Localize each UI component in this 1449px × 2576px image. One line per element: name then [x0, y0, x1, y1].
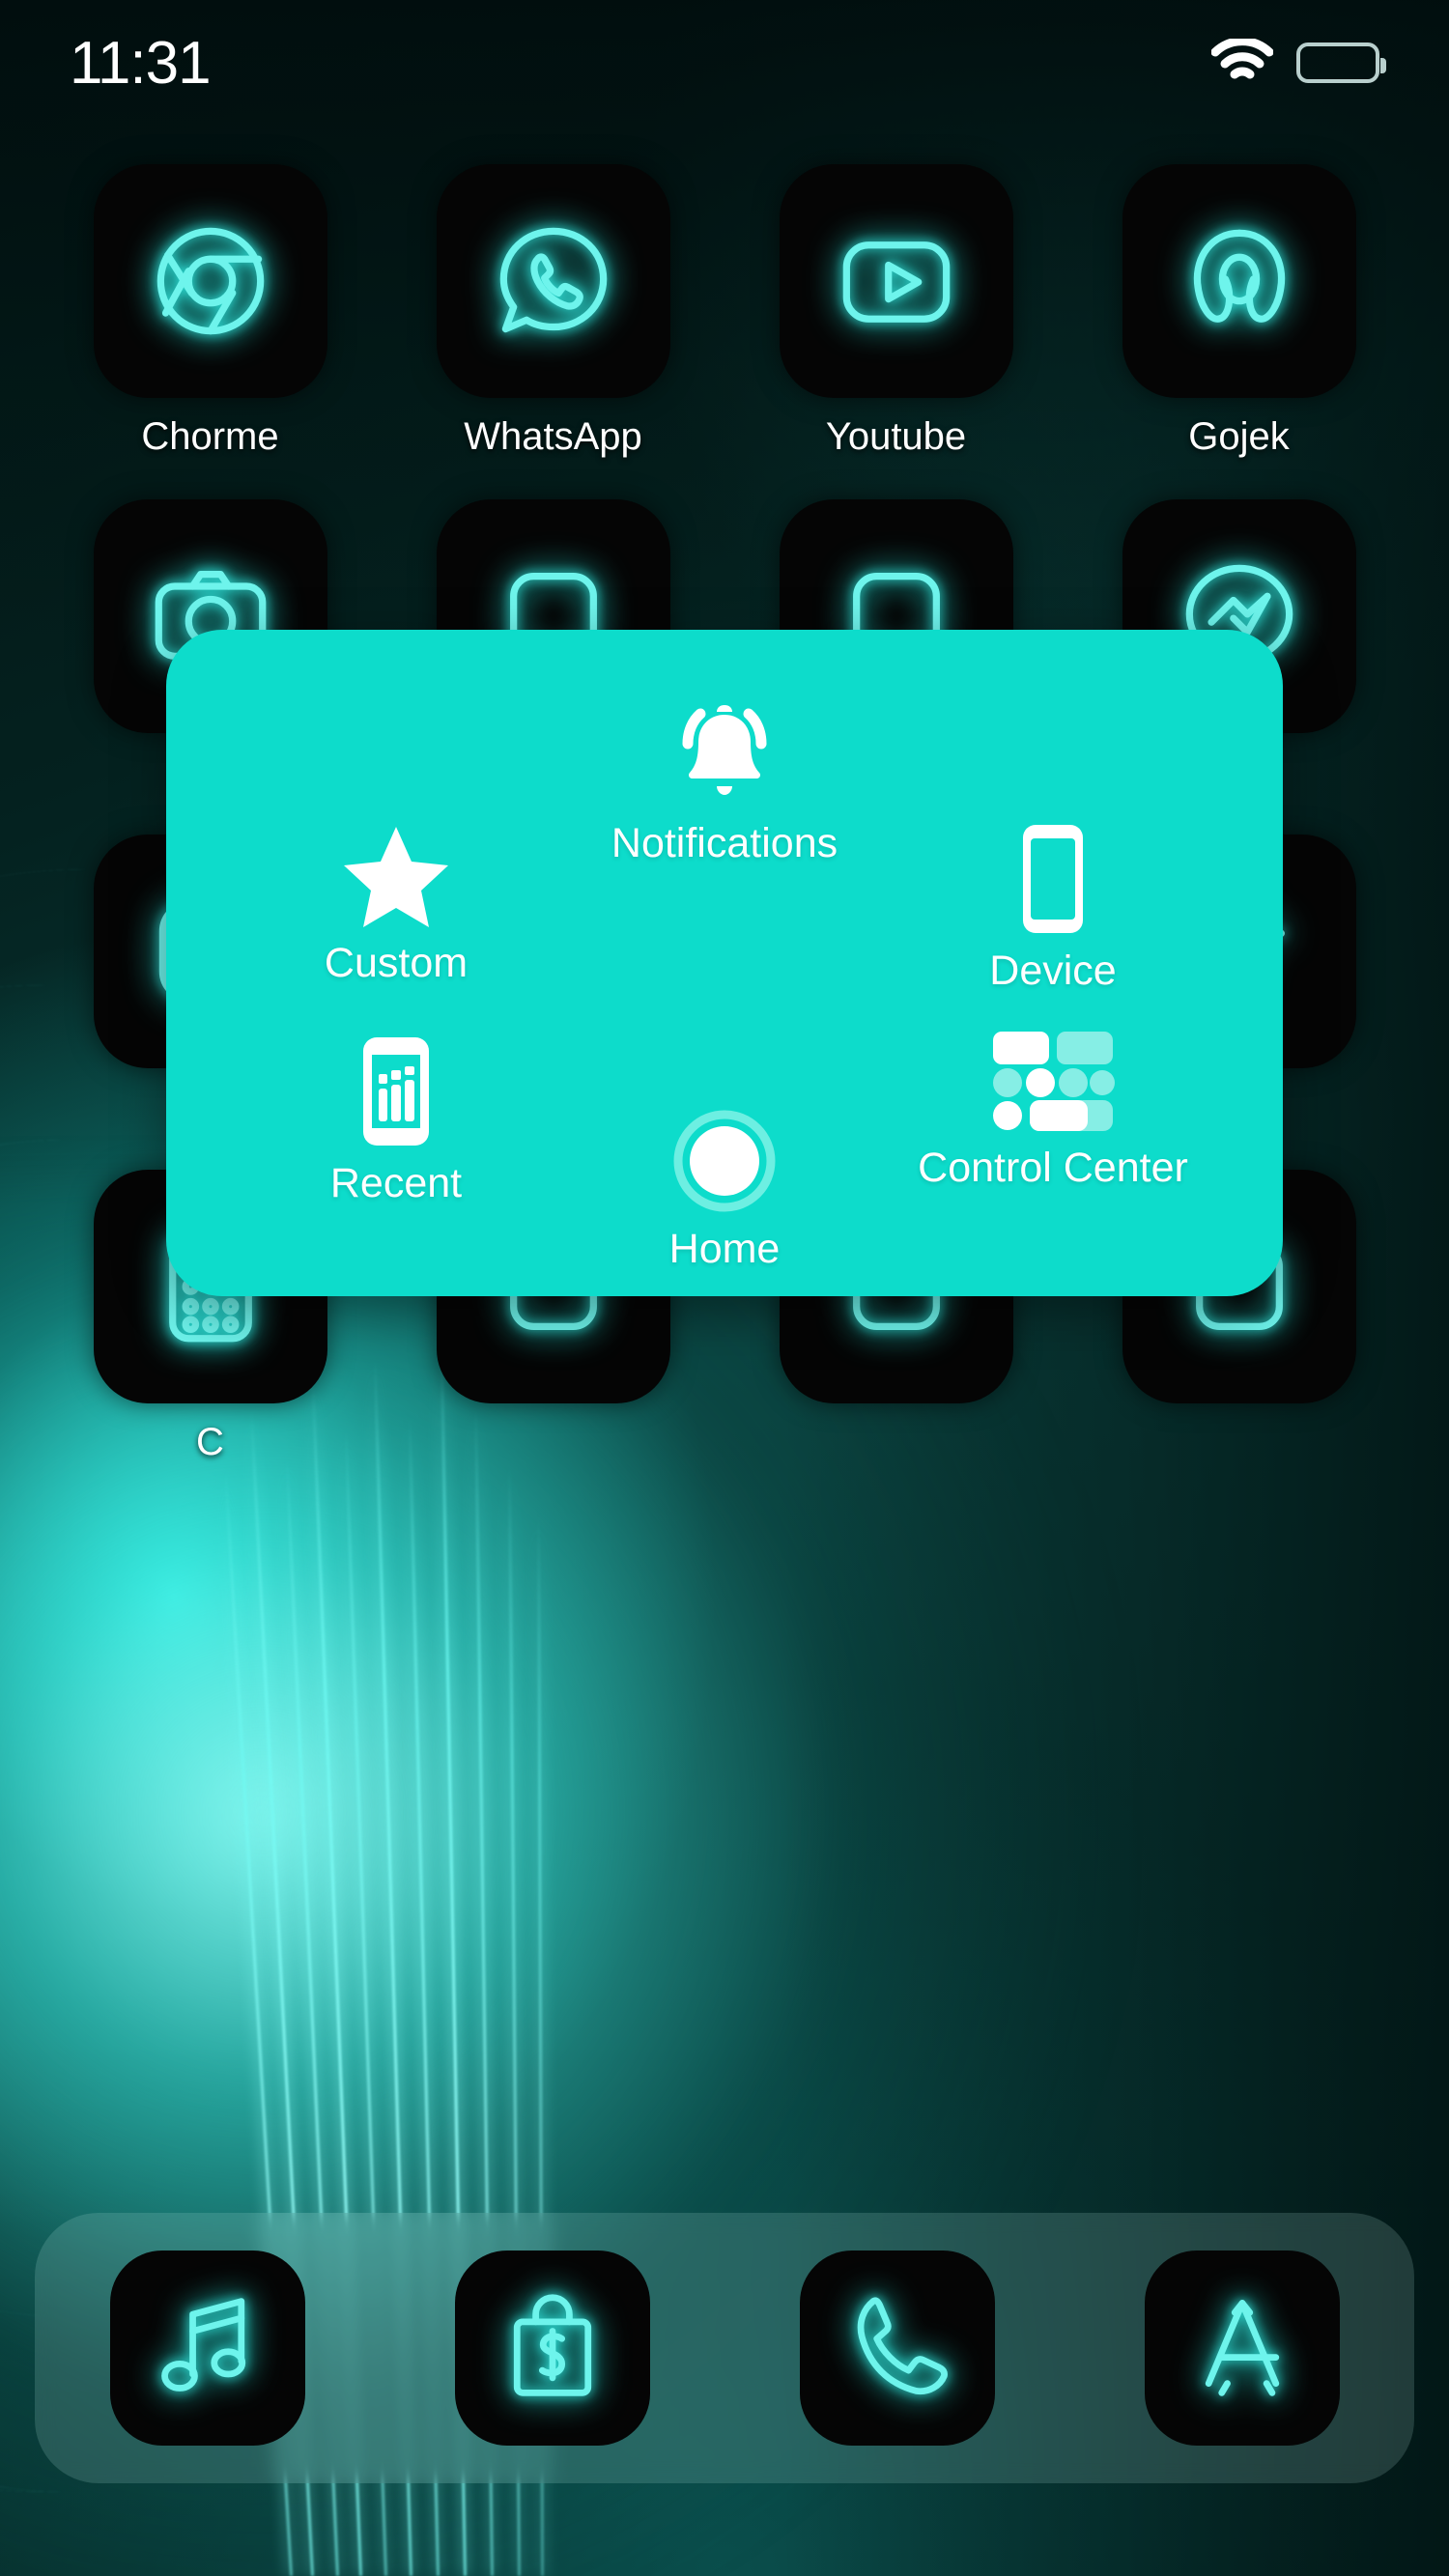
youtube-icon[interactable] — [779, 164, 1013, 398]
recent-apps-icon — [359, 1035, 433, 1147]
home-app-label: Chorme — [141, 415, 279, 458]
status-bar: 11:31 — [0, 0, 1449, 126]
home-app-whatsapp[interactable]: WhatsApp — [382, 164, 724, 459]
home-circle-icon — [672, 1109, 777, 1213]
control-center-icon — [991, 1030, 1115, 1132]
music-note-icon — [152, 2290, 264, 2407]
phone-device-icon — [1015, 823, 1091, 935]
assistive-label-notifications: Notifications — [611, 820, 838, 866]
assistive-item-custom[interactable]: Custom — [232, 823, 560, 985]
assistive-touch-panel[interactable]: Notifications Custom Device Recent Home … — [166, 630, 1283, 1296]
star-icon — [342, 823, 450, 927]
assistive-item-home[interactable]: Home — [502, 1109, 947, 1271]
gojek-icon[interactable] — [1122, 164, 1356, 398]
home-app-youtube[interactable]: Youtube — [724, 164, 1067, 459]
battery-full-icon — [1296, 42, 1386, 83]
assistive-item-device[interactable]: Device — [889, 823, 1217, 993]
home-app-label: WhatsApp — [464, 415, 642, 458]
dock — [35, 2213, 1414, 2483]
assistive-label-custom: Custom — [324, 940, 469, 986]
assistive-label-control-center: Control Center — [918, 1145, 1188, 1191]
assistive-item-control-center[interactable]: Control Center — [889, 1030, 1217, 1190]
bell-icon — [667, 699, 782, 807]
assistive-label-home: Home — [668, 1226, 781, 1272]
dock-app-phone[interactable] — [799, 2250, 995, 2446]
app-store-icon — [1186, 2290, 1298, 2407]
dock-app-shopee[interactable] — [454, 2250, 650, 2446]
dock-app-music[interactable] — [109, 2250, 305, 2446]
dock-app-app-store[interactable] — [1144, 2250, 1340, 2446]
wifi-icon — [1210, 36, 1274, 88]
home-app-chorme[interactable]: Chorme — [39, 164, 382, 459]
home-app-label: Gojek — [1188, 415, 1290, 458]
status-bar-clock: 11:31 — [70, 29, 212, 97]
assistive-label-device: Device — [989, 948, 1117, 994]
assistive-label-recent: Recent — [329, 1160, 463, 1206]
chrome-icon[interactable] — [93, 164, 327, 398]
phone-handset-icon — [841, 2290, 953, 2407]
home-app-label: C — [196, 1421, 224, 1463]
shopping-bag-icon — [497, 2290, 609, 2407]
whatsapp-icon[interactable] — [436, 164, 670, 398]
home-app-label: Youtube — [825, 415, 967, 458]
home-app-gojek[interactable]: Gojek — [1067, 164, 1410, 459]
status-bar-indicators — [1210, 36, 1386, 88]
